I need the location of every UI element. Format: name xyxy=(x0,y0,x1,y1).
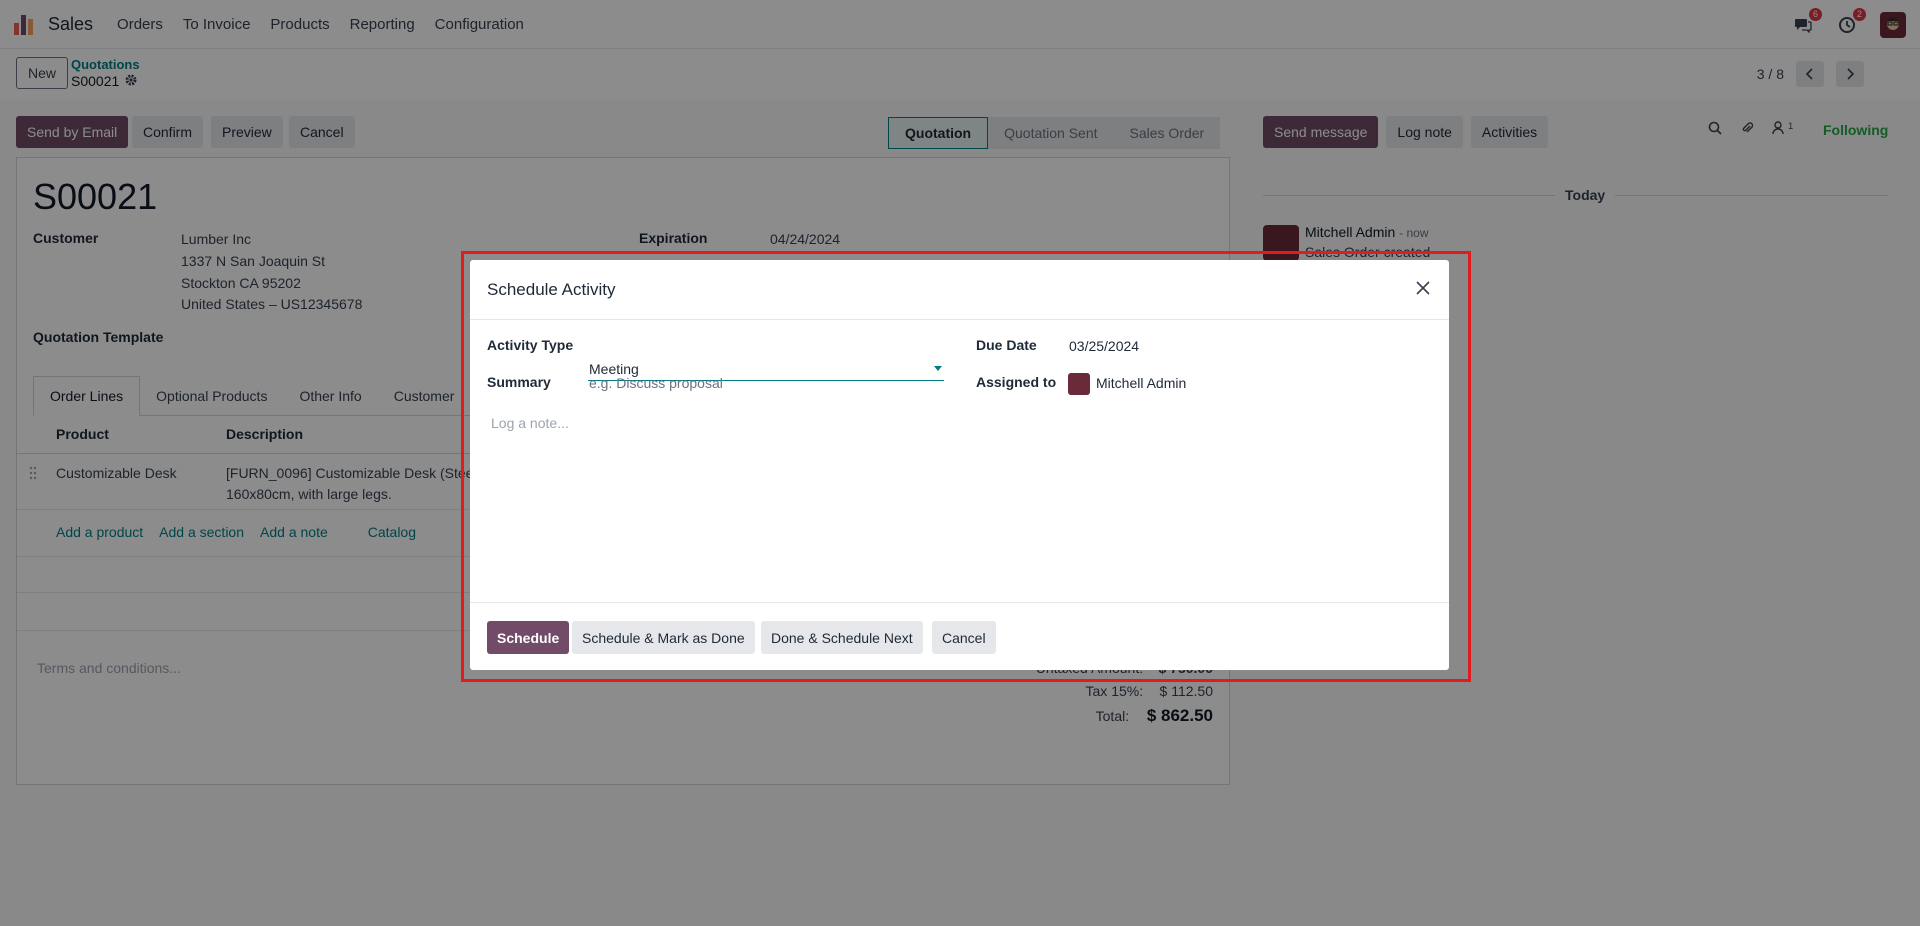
due-date-input[interactable]: 03/25/2024 xyxy=(1069,338,1139,354)
assigned-to-input[interactable]: Mitchell Admin xyxy=(1096,375,1186,391)
dropdown-caret-icon[interactable] xyxy=(934,366,942,371)
due-date-label: Due Date xyxy=(976,337,1037,353)
summary-input[interactable]: e.g. Discuss proposal xyxy=(589,375,723,391)
schedule-activity-dialog: Schedule Activity Activity Type Meeting … xyxy=(470,260,1449,670)
summary-label: Summary xyxy=(487,374,551,390)
done-schedule-next-button[interactable]: Done & Schedule Next xyxy=(761,621,923,654)
dialog-title: Schedule Activity xyxy=(487,280,616,299)
assigned-avatar xyxy=(1068,373,1090,395)
schedule-mark-done-button[interactable]: Schedule & Mark as Done xyxy=(572,621,755,654)
close-icon[interactable] xyxy=(1413,278,1433,298)
activity-type-label: Activity Type xyxy=(487,337,574,353)
schedule-button[interactable]: Schedule xyxy=(487,621,570,654)
dialog-cancel-button[interactable]: Cancel xyxy=(932,621,996,654)
dialog-footer: Schedule Schedule & Mark as Done Done & … xyxy=(470,602,1449,670)
note-editor[interactable]: Log a note... xyxy=(491,415,569,431)
dialog-header: Schedule Activity xyxy=(470,260,1449,320)
assigned-to-label: Assigned to xyxy=(976,374,1057,390)
